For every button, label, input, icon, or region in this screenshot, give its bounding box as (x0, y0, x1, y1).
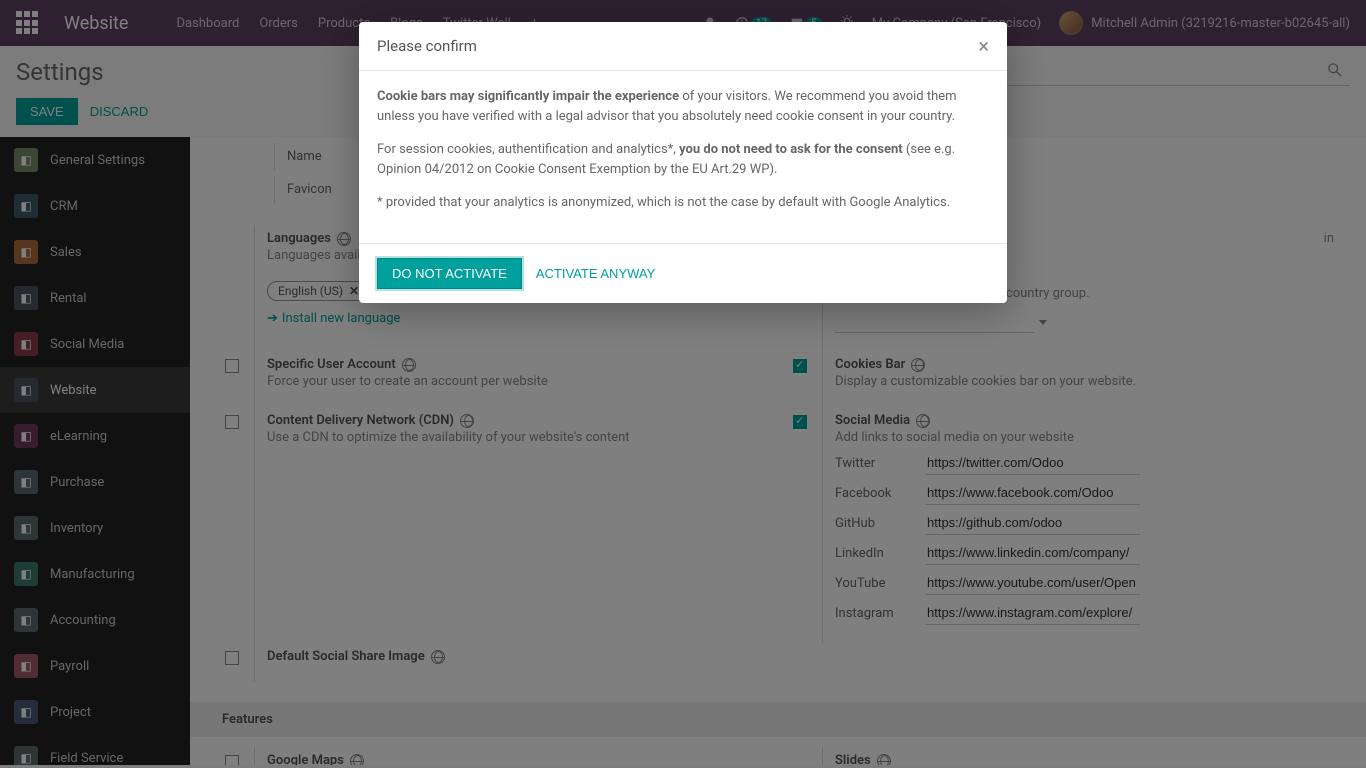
close-icon[interactable]: × (978, 36, 989, 56)
modal-body: Cookie bars may significantly impair the… (359, 71, 1007, 243)
do-not-activate-button[interactable]: DO NOT ACTIVATE (377, 258, 522, 289)
modal-title: Please confirm (377, 37, 477, 55)
activate-anyway-button[interactable]: ACTIVATE ANYWAY (536, 266, 655, 281)
confirm-modal: Please confirm × Cookie bars may signifi… (359, 22, 1007, 303)
